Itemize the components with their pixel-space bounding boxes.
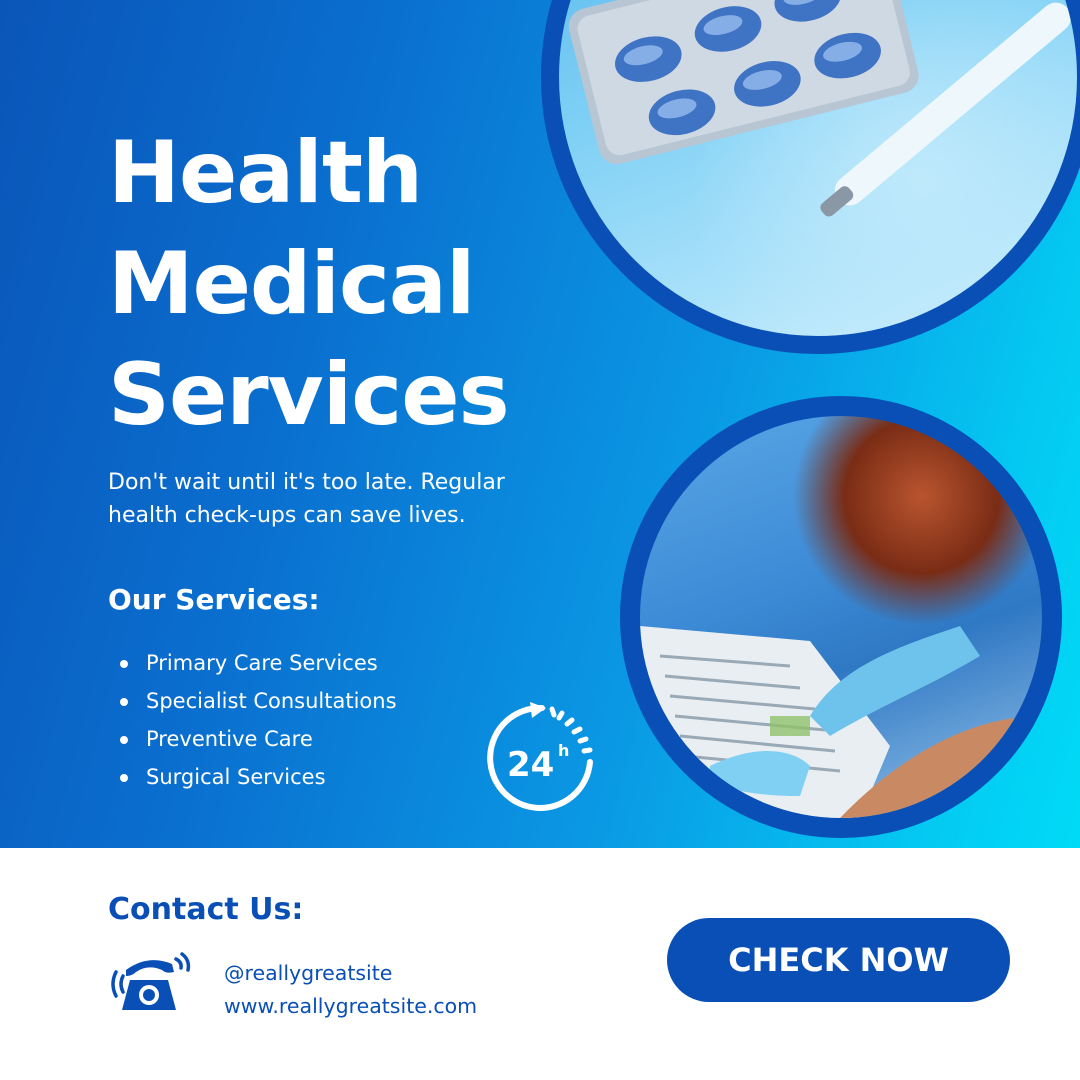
check-now-button[interactable]: CHECK NOW bbox=[667, 918, 1010, 1002]
24h-clock-icon: 24 h bbox=[487, 702, 593, 811]
bullet-icon bbox=[120, 698, 128, 706]
contact-details: @reallygreatsite www.reallygreatsite.com bbox=[224, 957, 477, 1023]
hero-banner: Health Medical Services Don't wait until… bbox=[0, 0, 1080, 848]
bullet-icon bbox=[120, 774, 128, 782]
badge-number: 24 bbox=[507, 745, 554, 785]
pills-and-thermometer-photo bbox=[541, 0, 1080, 354]
badge-unit: h bbox=[558, 741, 569, 760]
service-label: Surgical Services bbox=[146, 765, 326, 789]
headline-line: Services bbox=[108, 345, 510, 445]
headline-line: Medical bbox=[108, 234, 475, 334]
list-item: Preventive Care bbox=[120, 722, 397, 760]
tagline: Don't wait until it's too late. Regular … bbox=[108, 470, 505, 528]
list-item: Surgical Services bbox=[120, 760, 397, 798]
services-list: Primary Care Services Specialist Consult… bbox=[120, 646, 397, 798]
services-heading: Our Services: bbox=[108, 583, 320, 616]
bullet-icon bbox=[120, 660, 128, 668]
contact-heading: Contact Us: bbox=[108, 892, 304, 927]
gloved-hand-pointing-at-document-photo bbox=[620, 396, 1062, 838]
bullet-icon bbox=[120, 736, 128, 744]
telephone-icon bbox=[111, 952, 191, 1010]
list-item: Primary Care Services bbox=[120, 646, 397, 684]
service-label: Preventive Care bbox=[146, 727, 313, 751]
website-link[interactable]: www.reallygreatsite.com bbox=[224, 990, 477, 1023]
service-label: Primary Care Services bbox=[146, 651, 378, 675]
list-item: Specialist Consultations bbox=[120, 684, 397, 722]
service-label: Specialist Consultations bbox=[146, 689, 397, 713]
headline: Health Medical Services bbox=[108, 118, 510, 451]
social-handle: @reallygreatsite bbox=[224, 961, 393, 985]
headline-line: Health bbox=[108, 123, 423, 223]
